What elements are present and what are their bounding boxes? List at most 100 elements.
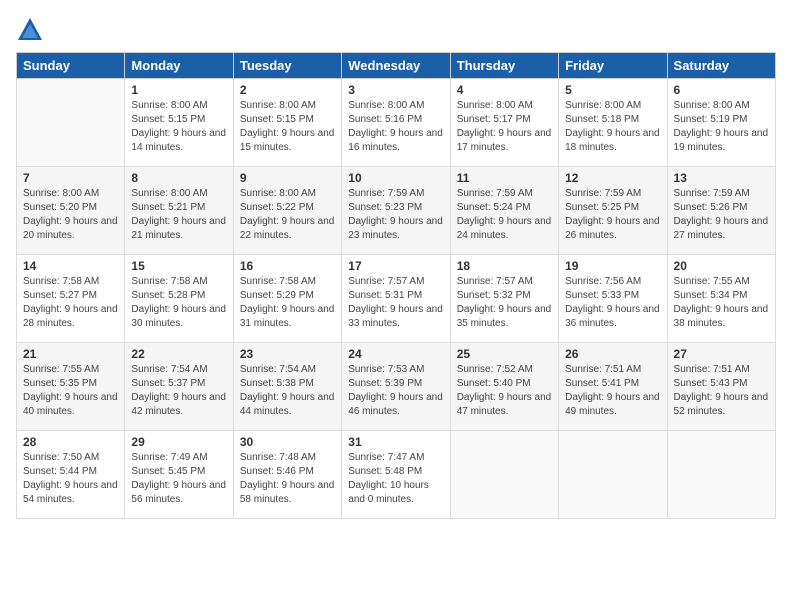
- day-number: 8: [131, 171, 226, 185]
- week-row-5: 28 Sunrise: 7:50 AMSunset: 5:44 PMDayligh…: [17, 431, 776, 519]
- day-info: Sunrise: 8:00 AMSunset: 5:21 PMDaylight:…: [131, 187, 226, 243]
- week-row-3: 14 Sunrise: 7:58 AMSunset: 5:27 PMDayligh…: [17, 255, 776, 343]
- day-number: 26: [565, 347, 660, 361]
- day-number: 27: [674, 347, 769, 361]
- day-cell: 20 Sunrise: 7:55 AMSunset: 5:34 PMDayligh…: [667, 255, 775, 343]
- day-info: Sunrise: 7:57 AMSunset: 5:31 PMDaylight:…: [348, 275, 443, 331]
- day-cell: 5 Sunrise: 8:00 AMSunset: 5:18 PMDaylight…: [559, 79, 667, 167]
- day-info: Sunrise: 8:00 AMSunset: 5:16 PMDaylight:…: [348, 99, 443, 155]
- col-header-thursday: Thursday: [450, 53, 558, 79]
- day-cell: 16 Sunrise: 7:58 AMSunset: 5:29 PMDayligh…: [233, 255, 341, 343]
- col-header-monday: Monday: [125, 53, 233, 79]
- week-row-1: 1Sunrise: 8:00 AMSunset: 5:15 PMDaylight…: [17, 79, 776, 167]
- day-info: Sunrise: 8:00 AMSunset: 5:20 PMDaylight:…: [23, 187, 118, 243]
- day-cell: 27 Sunrise: 7:51 AMSunset: 5:43 PMDayligh…: [667, 343, 775, 431]
- day-info: Sunrise: 7:59 AMSunset: 5:26 PMDaylight:…: [674, 187, 769, 243]
- day-info: Sunrise: 7:58 AMSunset: 5:29 PMDaylight:…: [240, 275, 335, 331]
- day-number: 21: [23, 347, 118, 361]
- col-header-friday: Friday: [559, 53, 667, 79]
- day-number: 11: [457, 171, 552, 185]
- day-info: Sunrise: 7:48 AMSunset: 5:46 PMDaylight:…: [240, 451, 335, 507]
- day-cell: 18Sunrise: 7:57 AMSunset: 5:32 PMDayligh…: [450, 255, 558, 343]
- day-cell: 28 Sunrise: 7:50 AMSunset: 5:44 PMDayligh…: [17, 431, 125, 519]
- day-cell: 1Sunrise: 8:00 AMSunset: 5:15 PMDaylight…: [125, 79, 233, 167]
- day-number: 9: [240, 171, 335, 185]
- day-info: Sunrise: 7:49 AMSunset: 5:45 PMDaylight:…: [131, 451, 226, 507]
- day-cell: 30 Sunrise: 7:48 AMSunset: 5:46 PMDayligh…: [233, 431, 341, 519]
- day-cell: 26 Sunrise: 7:51 AMSunset: 5:41 PMDayligh…: [559, 343, 667, 431]
- logo: [16, 16, 48, 44]
- day-number: 30: [240, 435, 335, 449]
- day-cell: [667, 431, 775, 519]
- day-number: 22: [131, 347, 226, 361]
- day-cell: 6 Sunrise: 8:00 AMSunset: 5:19 PMDaylight…: [667, 79, 775, 167]
- day-cell: 9 Sunrise: 8:00 AMSunset: 5:22 PMDaylight…: [233, 167, 341, 255]
- day-info: Sunrise: 7:58 AMSunset: 5:27 PMDaylight:…: [23, 275, 118, 331]
- calendar-table: SundayMondayTuesdayWednesdayThursdayFrid…: [16, 52, 776, 519]
- day-info: Sunrise: 7:59 AMSunset: 5:24 PMDaylight:…: [457, 187, 552, 243]
- day-info: Sunrise: 7:55 AMSunset: 5:34 PMDaylight:…: [674, 275, 769, 331]
- day-info: Sunrise: 7:59 AMSunset: 5:23 PMDaylight:…: [348, 187, 443, 243]
- day-cell: 4 Sunrise: 8:00 AMSunset: 5:17 PMDaylight…: [450, 79, 558, 167]
- day-info: Sunrise: 7:51 AMSunset: 5:43 PMDaylight:…: [674, 363, 769, 419]
- day-cell: 11 Sunrise: 7:59 AMSunset: 5:24 PMDayligh…: [450, 167, 558, 255]
- day-number: 28: [23, 435, 118, 449]
- day-number: 12: [565, 171, 660, 185]
- day-cell: 2Sunrise: 8:00 AMSunset: 5:15 PMDaylight…: [233, 79, 341, 167]
- day-cell: [559, 431, 667, 519]
- day-cell: 22 Sunrise: 7:54 AMSunset: 5:37 PMDayligh…: [125, 343, 233, 431]
- day-number: 1: [131, 83, 226, 97]
- day-info: Sunrise: 7:54 AMSunset: 5:37 PMDaylight:…: [131, 363, 226, 419]
- day-info: Sunrise: 7:51 AMSunset: 5:41 PMDaylight:…: [565, 363, 660, 419]
- day-number: 10: [348, 171, 443, 185]
- day-cell: [450, 431, 558, 519]
- day-cell: 23Sunrise: 7:54 AMSunset: 5:38 PMDayligh…: [233, 343, 341, 431]
- week-row-2: 7 Sunrise: 8:00 AMSunset: 5:20 PMDaylight…: [17, 167, 776, 255]
- day-number: 3: [348, 83, 443, 97]
- page-header: [16, 16, 776, 44]
- day-cell: 13 Sunrise: 7:59 AMSunset: 5:26 PMDayligh…: [667, 167, 775, 255]
- day-number: 31: [348, 435, 443, 449]
- day-number: 16: [240, 259, 335, 273]
- day-info: Sunrise: 7:53 AMSunset: 5:39 PMDaylight:…: [348, 363, 443, 419]
- day-number: 7: [23, 171, 118, 185]
- day-cell: 3 Sunrise: 8:00 AMSunset: 5:16 PMDaylight…: [342, 79, 450, 167]
- day-number: 4: [457, 83, 552, 97]
- day-info: Sunrise: 8:00 AMSunset: 5:17 PMDaylight:…: [457, 99, 552, 155]
- day-number: 20: [674, 259, 769, 273]
- day-number: 14: [23, 259, 118, 273]
- day-info: Sunrise: 8:00 AMSunset: 5:19 PMDaylight:…: [674, 99, 769, 155]
- day-cell: 24 Sunrise: 7:53 AMSunset: 5:39 PMDayligh…: [342, 343, 450, 431]
- day-cell: 7 Sunrise: 8:00 AMSunset: 5:20 PMDaylight…: [17, 167, 125, 255]
- day-number: 5: [565, 83, 660, 97]
- day-number: 19: [565, 259, 660, 273]
- day-info: Sunrise: 7:56 AMSunset: 5:33 PMDaylight:…: [565, 275, 660, 331]
- day-info: Sunrise: 7:50 AMSunset: 5:44 PMDaylight:…: [23, 451, 118, 507]
- day-info: Sunrise: 7:55 AMSunset: 5:35 PMDaylight:…: [23, 363, 118, 419]
- day-number: 6: [674, 83, 769, 97]
- day-number: 17: [348, 259, 443, 273]
- day-number: 24: [348, 347, 443, 361]
- col-header-saturday: Saturday: [667, 53, 775, 79]
- col-header-sunday: Sunday: [17, 53, 125, 79]
- day-info: Sunrise: 7:54 AMSunset: 5:38 PMDaylight:…: [240, 363, 335, 419]
- day-cell: 8 Sunrise: 8:00 AMSunset: 5:21 PMDaylight…: [125, 167, 233, 255]
- day-cell: 10 Sunrise: 7:59 AMSunset: 5:23 PMDayligh…: [342, 167, 450, 255]
- day-info: Sunrise: 8:00 AMSunset: 5:22 PMDaylight:…: [240, 187, 335, 243]
- week-row-4: 21 Sunrise: 7:55 AMSunset: 5:35 PMDayligh…: [17, 343, 776, 431]
- day-cell: 17 Sunrise: 7:57 AMSunset: 5:31 PMDayligh…: [342, 255, 450, 343]
- day-number: 2: [240, 83, 335, 97]
- header-row: SundayMondayTuesdayWednesdayThursdayFrid…: [17, 53, 776, 79]
- day-cell: 12 Sunrise: 7:59 AMSunset: 5:25 PMDayligh…: [559, 167, 667, 255]
- day-info: Sunrise: 8:00 AMSunset: 5:18 PMDaylight:…: [565, 99, 660, 155]
- day-cell: [17, 79, 125, 167]
- col-header-wednesday: Wednesday: [342, 53, 450, 79]
- day-number: 13: [674, 171, 769, 185]
- day-cell: 31 Sunrise: 7:47 AMSunset: 5:48 PMDayligh…: [342, 431, 450, 519]
- day-cell: 19 Sunrise: 7:56 AMSunset: 5:33 PMDayligh…: [559, 255, 667, 343]
- day-info: Sunrise: 7:59 AMSunset: 5:25 PMDaylight:…: [565, 187, 660, 243]
- day-cell: 21 Sunrise: 7:55 AMSunset: 5:35 PMDayligh…: [17, 343, 125, 431]
- day-info: Sunrise: 7:47 AMSunset: 5:48 PMDaylight:…: [348, 451, 443, 507]
- day-number: 25: [457, 347, 552, 361]
- day-number: 15: [131, 259, 226, 273]
